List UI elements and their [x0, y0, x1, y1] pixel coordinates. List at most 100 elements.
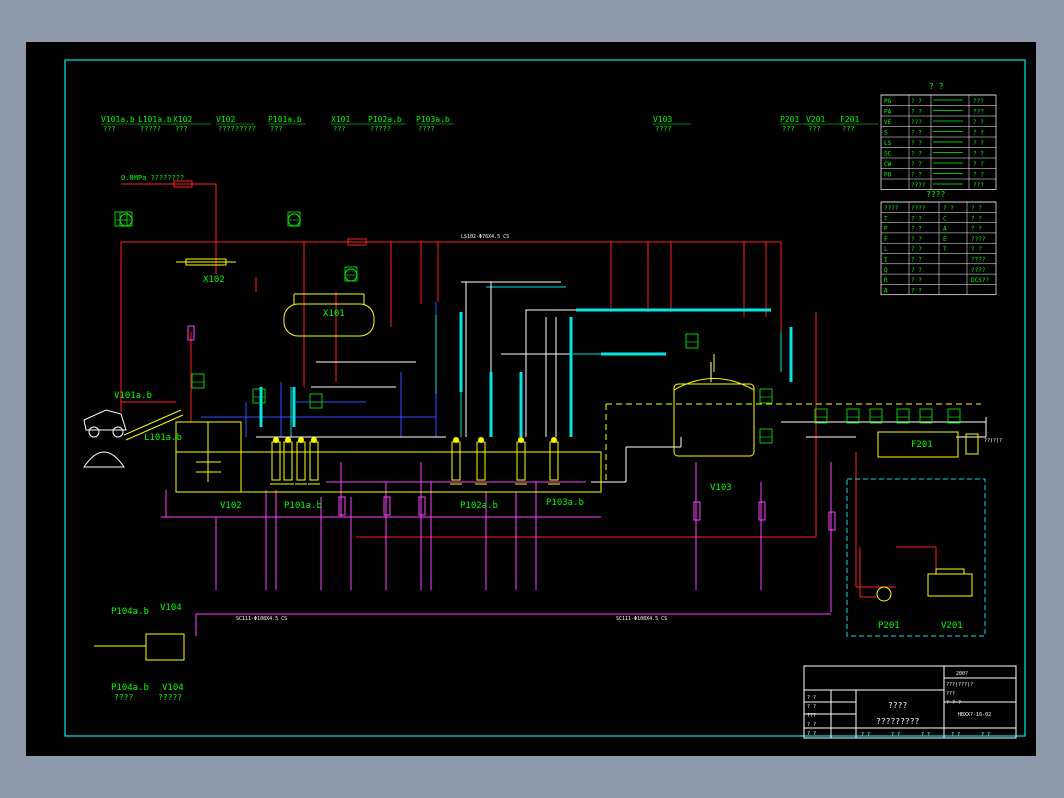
- legend-top-right-6: ? ?: [973, 161, 984, 168]
- legend-bottom-cell-4-3: ? ?: [971, 246, 982, 253]
- legend-bottom-cell-1-3: ? ?: [971, 215, 982, 222]
- legend-top-code-7: PO: [884, 172, 892, 179]
- legend-top-text-4: ? ?: [911, 140, 922, 147]
- label-p104-name: ????: [114, 693, 133, 702]
- header-tag-8: V103: [653, 115, 672, 124]
- pump-1: [282, 437, 294, 485]
- diagram-labels: 0.8MPa ???????? X102 X101 V101a.b L101a.…: [111, 174, 1002, 702]
- legend-bottom-cell-7-1: ? ?: [911, 277, 922, 284]
- instrument-3: [191, 373, 205, 389]
- legend-bottom-cell-5-1: ? ?: [911, 257, 922, 264]
- legend-bottom-cell-6-1: ? ?: [911, 267, 922, 274]
- pump-2: [295, 437, 307, 485]
- header-name-8: ????: [655, 125, 672, 133]
- label-steam-source: 0.8MPa ????????: [121, 174, 184, 182]
- label-v104-name: ?????: [158, 693, 182, 702]
- header-tag-5: X101: [331, 115, 350, 124]
- legend-bottom-cell-0-0: ????: [884, 205, 899, 212]
- instrument-group: [114, 211, 961, 444]
- label-v104: V104: [160, 603, 182, 613]
- legend-bottom-cell-2-3: ? ?: [971, 226, 982, 233]
- pump-group: [270, 437, 560, 485]
- legend-top-code-5: SC: [884, 151, 892, 158]
- header-name-5: ???: [333, 125, 346, 133]
- header-name-7: ????: [418, 125, 435, 133]
- legend-top-right-1: ???: [973, 109, 984, 116]
- label-p103: P103a.b: [546, 498, 584, 508]
- instrument-14: [685, 333, 699, 349]
- pump-7: [548, 437, 560, 485]
- legend-bottom-cell-0-2: ? ?: [943, 205, 954, 212]
- legend-bottom-cell-6-0: Q: [884, 267, 888, 274]
- title-bottom-0: ? ?: [861, 732, 870, 738]
- legend-top-code-3: S: [884, 130, 888, 137]
- instrument-7: [846, 408, 860, 424]
- pump-6: [515, 437, 527, 485]
- header-tag-9: P201: [780, 115, 799, 124]
- label-v103: V103: [710, 483, 732, 493]
- header-name-2: ???: [175, 125, 188, 133]
- label-bottom-header-line: SC111-Φ108X4.5 CS: [236, 616, 287, 622]
- header-name-6: ?????: [370, 125, 391, 133]
- legend-top-text-3: ? ?: [911, 130, 922, 137]
- legend-bottom-cell-2-0: P: [884, 226, 888, 233]
- label-outlet: ??(?)?: [984, 438, 1002, 444]
- legend-bottom-cell-6-3: ????: [971, 267, 986, 274]
- package-boundary: [846, 478, 986, 637]
- header-tag-3: V102: [216, 115, 235, 124]
- header-tag-4: P101a.b: [268, 115, 302, 124]
- legend-bottom-cell-5-3: ????: [971, 257, 986, 264]
- legend-top-code-0: PG: [884, 98, 892, 105]
- pid-diagram: V101a.b???L101a.b?????X102???V102???????…: [64, 59, 1026, 739]
- header-name-3: ?????????: [218, 125, 256, 133]
- instrument-11: [947, 408, 961, 424]
- title-right-0: ???(???)?: [946, 682, 973, 688]
- legend-bottom-cell-0-3: ? ?: [971, 205, 982, 212]
- instrument-13: [759, 428, 773, 444]
- legend-bottom-cell-3-2: E: [943, 236, 947, 243]
- title-left-4: ? ?: [807, 731, 816, 737]
- legend-top-text-6: ? ?: [911, 161, 922, 168]
- legend-top-text-7: ? ?: [911, 172, 922, 179]
- title-bottom-2: ? ?: [921, 732, 930, 738]
- legend-bottom-cell-4-2: T: [943, 246, 947, 253]
- pump-0: [270, 437, 282, 485]
- legend-bottom-cell-2-1: ? ?: [911, 226, 922, 233]
- legend-bottom-cell-7-0: R: [884, 277, 888, 284]
- legend-top-right-0: ???: [973, 98, 984, 105]
- legend-bottom-cell-1-1: ? ?: [911, 215, 922, 222]
- legend-top-right-4: ? ?: [973, 140, 984, 147]
- label-v101: V101a.b: [114, 391, 152, 401]
- legend-top-right-8: ???: [973, 182, 984, 189]
- header-tag-2: X102: [173, 115, 192, 124]
- legend-bottom-cell-1-0: T: [884, 215, 888, 222]
- legend-bottom-cell-3-0: F: [884, 236, 888, 243]
- legend-top-text-0: ? ?: [911, 98, 922, 105]
- instrument-12: [759, 388, 773, 404]
- instrument-6: [814, 408, 828, 424]
- title-left-2: ???: [807, 713, 816, 719]
- legend-bottom-cell-5-0: I: [884, 257, 888, 264]
- legend-top: ? ? PG ? ? ??? PA ? ? ??? VE??? ? ? S ? ? ? ? LS ? ?…: [880, 82, 997, 190]
- title-bottom-4: ? ?: [981, 732, 990, 738]
- header-tag-11: F201: [840, 115, 859, 124]
- header-tag-1: L101a.b: [138, 115, 172, 124]
- legend-top-code-6: CW: [884, 161, 892, 168]
- header-tag-0: V101a.b: [101, 115, 135, 124]
- legend-bottom-title: ????: [926, 190, 945, 199]
- instrument-4: [252, 388, 266, 404]
- label-l101: L101a.b: [144, 433, 182, 443]
- legend-bottom-cell-3-3: ????: [971, 236, 986, 243]
- label-main-header-line: LS102-Φ76X4.5 CS: [461, 234, 509, 240]
- header-tag-6: P102a.b: [368, 115, 402, 124]
- legend-top-title: ? ?: [929, 82, 944, 91]
- label-v104-bottom: V104: [162, 683, 184, 693]
- label-v102: V102: [220, 501, 242, 511]
- instrument-8: [869, 408, 883, 424]
- process-lines: [161, 325, 836, 636]
- instrument-10: [919, 408, 933, 424]
- pump-5: [475, 437, 487, 485]
- header-tag-7: P103a.b: [416, 115, 450, 124]
- title-left-3: ? ?: [807, 722, 816, 728]
- label-x101: X101: [323, 309, 345, 319]
